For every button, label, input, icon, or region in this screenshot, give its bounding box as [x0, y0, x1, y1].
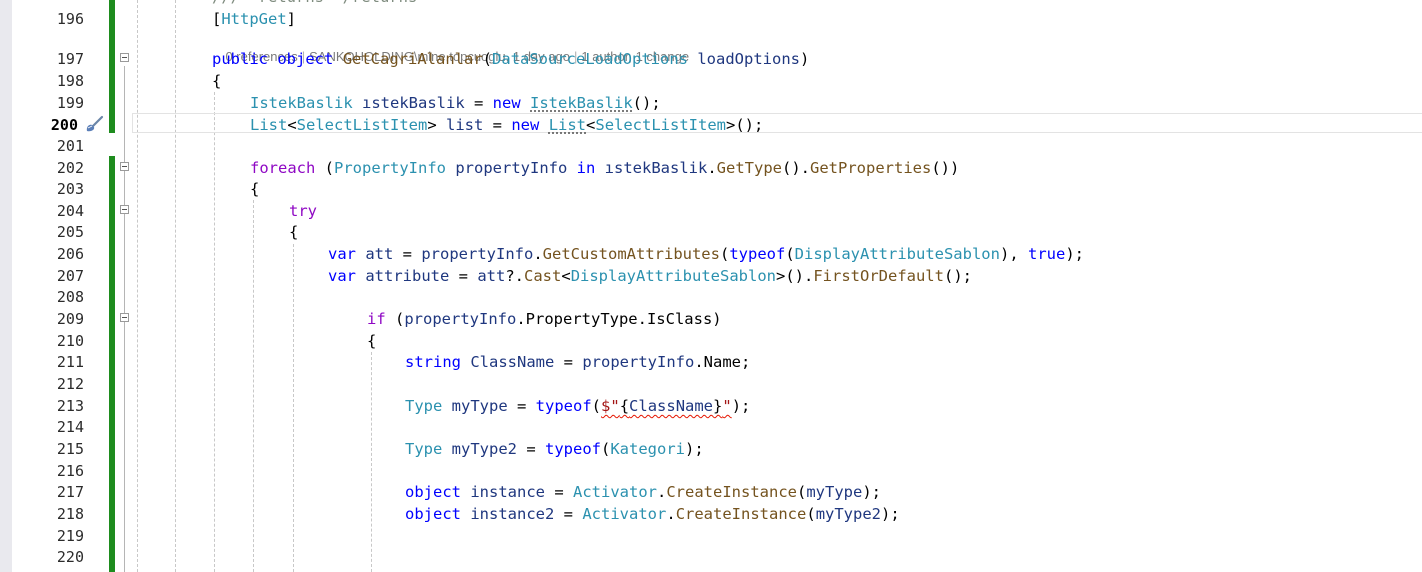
collapse-icon[interactable] — [120, 162, 129, 171]
line-content[interactable]: List<SelectListItem> list = new List<Sel… — [250, 114, 763, 136]
code-line-205[interactable]: 205 { — [0, 221, 1422, 243]
code-line-213[interactable]: 213 Type myType = typeof($"{ClassName}")… — [0, 395, 1422, 417]
code-line-196[interactable]: 196 [HttpGet] — [0, 8, 1422, 30]
code-line-206[interactable]: 206 var att = propertyInfo.GetCustomAttr… — [0, 243, 1422, 265]
line-number: 210 — [56, 332, 84, 350]
code-line-214[interactable]: 214 — [0, 416, 1422, 438]
code-line-207[interactable]: 207 var attribute = att?.Cast<DisplayAtt… — [0, 265, 1422, 287]
line-number: 214 — [56, 418, 84, 436]
line-content[interactable]: { — [250, 178, 259, 200]
line-number: 198 — [56, 72, 84, 90]
line-number: 197 — [56, 50, 84, 68]
line-content[interactable]: public object GetCagriAlanlar(DataSource… — [212, 48, 809, 70]
code-line-209[interactable]: 209 if (propertyInfo.PropertyType.IsClas… — [0, 308, 1422, 330]
code-line-217[interactable]: 217 object instance = Activator.CreateIn… — [0, 481, 1422, 503]
line-number: 196 — [56, 10, 84, 28]
line-content[interactable]: Type myType = typeof($"{ClassName}"); — [405, 395, 750, 417]
line-number: 205 — [56, 223, 84, 241]
line-content[interactable]: object instance2 = Activator.CreateInsta… — [405, 503, 900, 525]
code-line-210[interactable]: 210 { — [0, 330, 1422, 352]
collapse-icon[interactable] — [120, 205, 129, 214]
line-number: 211 — [56, 353, 84, 371]
line-number: 201 — [56, 137, 84, 155]
line-number: 212 — [56, 375, 84, 393]
code-line-198[interactable]: 198 { — [0, 70, 1422, 92]
line-number: 220 — [56, 548, 84, 566]
code-line-197[interactable]: 197 public object GetCagriAlanlar(DataSo… — [0, 48, 1422, 70]
doc-comment: /// returns /returns — [212, 0, 417, 8]
code-line-200[interactable]: 200 List<SelectListItem> list = new List… — [0, 114, 1422, 136]
code-line-202[interactable]: 202 foreach (PropertyInfo propertyInfo i… — [0, 157, 1422, 179]
line-number: 209 — [56, 310, 84, 328]
line-number: 203 — [56, 180, 84, 198]
line-number: 216 — [56, 462, 84, 480]
line-number: 207 — [56, 267, 84, 285]
code-line: /// returns /returns — [0, 0, 1422, 8]
brush-icon[interactable] — [84, 115, 106, 133]
code-line-218[interactable]: 218 object instance2 = Activator.CreateI… — [0, 503, 1422, 525]
code-line-219[interactable]: 219 — [0, 525, 1422, 547]
code-line-216[interactable]: 216 — [0, 460, 1422, 482]
line-number: 219 — [56, 527, 84, 545]
line-content[interactable]: var att = propertyInfo.GetCustomAttribut… — [328, 243, 1084, 265]
line-number: 215 — [56, 440, 84, 458]
line-content[interactable]: foreach (PropertyInfo propertyInfo in ıs… — [250, 157, 959, 179]
code-line-203[interactable]: 203 { — [0, 178, 1422, 200]
line-content[interactable]: Type myType2 = typeof(Kategori); — [405, 438, 704, 460]
line-content[interactable]: { — [212, 70, 221, 92]
line-number: 213 — [56, 397, 84, 415]
line-number-current: 200 — [50, 116, 78, 134]
line-number: 199 — [56, 94, 84, 112]
collapse-icon[interactable] — [120, 53, 129, 62]
line-number: 204 — [56, 202, 84, 220]
code-line-220[interactable]: 220 — [0, 546, 1422, 568]
line-content[interactable]: try — [289, 200, 317, 222]
line-content[interactable]: { — [289, 221, 298, 243]
line-number: 218 — [56, 505, 84, 523]
line-content[interactable]: var attribute = att?.Cast<DisplayAttribu… — [328, 265, 972, 287]
line-content[interactable]: object instance = Activator.CreateInstan… — [405, 481, 881, 503]
line-number: 208 — [56, 288, 84, 306]
collapse-icon[interactable] — [120, 313, 129, 322]
code-line-215[interactable]: 215 Type myType2 = typeof(Kategori); — [0, 438, 1422, 460]
code-line-199[interactable]: 199 IstekBaslik ıstekBaslik = new IstekB… — [0, 92, 1422, 114]
line-content[interactable]: [HttpGet] — [212, 8, 296, 30]
code-line-211[interactable]: 211 string ClassName = propertyInfo.Name… — [0, 351, 1422, 373]
line-content[interactable]: IstekBaslik ıstekBaslik = new IstekBasli… — [250, 92, 661, 114]
line-content[interactable]: { — [367, 330, 376, 352]
line-number: 217 — [56, 483, 84, 501]
line-number: 206 — [56, 245, 84, 263]
code-line-201[interactable]: 201 — [0, 135, 1422, 157]
line-number: 202 — [56, 159, 84, 177]
line-content[interactable]: string ClassName = propertyInfo.Name; — [405, 351, 750, 373]
code-line-204[interactable]: 204 try — [0, 200, 1422, 222]
code-editor[interactable]: /// returns /returns 196 [HttpGet] 0 ref… — [0, 0, 1422, 572]
code-line-208[interactable]: 208 — [0, 286, 1422, 308]
line-content[interactable]: if (propertyInfo.PropertyType.IsClass) — [367, 308, 722, 330]
code-line-212[interactable]: 212 — [0, 373, 1422, 395]
